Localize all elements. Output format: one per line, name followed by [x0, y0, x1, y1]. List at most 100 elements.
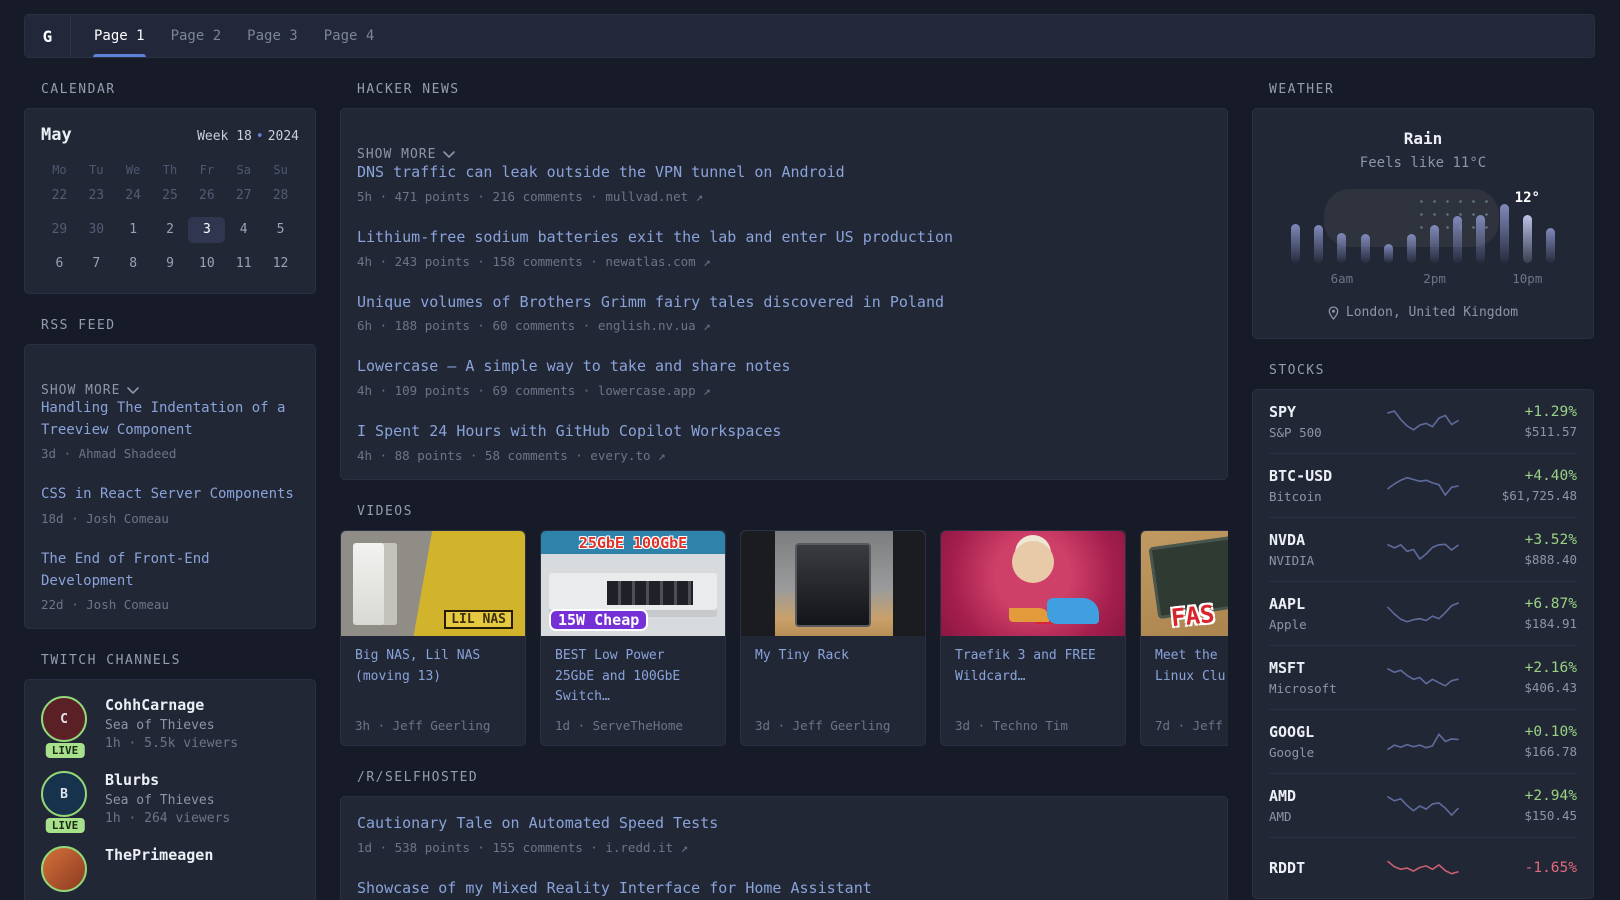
- stock-values: +4.40% $61,725.48: [1485, 468, 1577, 503]
- weather-temp-label: 12°: [1515, 190, 1540, 206]
- page-tab[interactable]: Page 2: [158, 15, 235, 57]
- stock-symbol: GOOGL: [1269, 723, 1361, 741]
- video-title-link[interactable]: Traefik 3 and FREE Wildcard…: [955, 646, 1111, 688]
- weather-time-label: 2pm: [1423, 271, 1446, 286]
- stock-values: +3.52% $888.40: [1485, 532, 1577, 567]
- stock-sparkline: [1361, 789, 1485, 823]
- stock-row[interactable]: BTC-USD Bitcoin +4.40% $61,725.48: [1269, 453, 1577, 517]
- calendar-header: May Week 18•2024: [41, 125, 299, 145]
- calendar-day: 27: [225, 183, 262, 209]
- video-thumbnail[interactable]: 25GbE 100GbE 15W Cheap: [541, 531, 725, 636]
- reddit-item-meta: 1d · 538 points · 155 comments · i.redd.…: [357, 840, 1211, 855]
- reddit-widget: Cautionary Tale on Automated Speed Tests…: [340, 796, 1228, 900]
- page-tab[interactable]: Page 3: [234, 15, 311, 57]
- video-title-link[interactable]: My Tiny Rack: [755, 646, 911, 667]
- video-card-body: Big NAS, Lil NAS (moving 13) 3h · Jeff G…: [341, 636, 525, 745]
- stock-identity: BTC-USD Bitcoin: [1269, 467, 1361, 504]
- rss-item-meta: 18d · Josh Comeau: [41, 511, 299, 526]
- video-card[interactable]: FAS Meet the Linux Clu 7d · Jeff Geerlin…: [1140, 530, 1228, 746]
- video-meta: 3d · Jeff Geerling: [755, 708, 911, 733]
- twitch-channel-row[interactable]: B LIVE Blurbs Sea of Thieves 1h · 264 vi…: [41, 771, 299, 826]
- video-card[interactable]: 25GbE 100GbE 15W Cheap BEST Low Power 25…: [540, 530, 726, 746]
- rss-item-meta: 22d · Josh Comeau: [41, 597, 299, 612]
- weather-bar: [1523, 215, 1532, 263]
- rss-item-link[interactable]: The End of Front-End Development: [41, 549, 299, 592]
- hn-item-link[interactable]: Lowercase – A simple way to take and sha…: [357, 356, 1211, 378]
- stock-row[interactable]: SPY S&P 500 +1.29% $511.57: [1269, 390, 1577, 453]
- stock-change-percent: +2.16%: [1485, 660, 1577, 676]
- stock-sparkline: [1361, 533, 1485, 567]
- video-thumbnail[interactable]: FAS: [1141, 531, 1228, 636]
- stock-row[interactable]: GOOGL Google +0.10% $166.78: [1269, 709, 1577, 773]
- weather-bar: [1361, 234, 1370, 263]
- live-badge: LIVE: [46, 818, 85, 833]
- hn-item-meta: 5h · 471 points · 216 comments · mullvad…: [357, 189, 1211, 204]
- stock-row[interactable]: AMD AMD +2.94% $150.45: [1269, 773, 1577, 837]
- video-card[interactable]: Traefik 3 and FREE Wildcard… 3d · Techno…: [940, 530, 1126, 746]
- stock-symbol: SPY: [1269, 403, 1361, 421]
- stock-sparkline: [1361, 851, 1485, 885]
- rss-item-link[interactable]: CSS in React Server Components: [41, 484, 299, 506]
- stock-change-percent: +1.29%: [1485, 404, 1577, 420]
- rss-item-meta: 3d · Ahmad Shadeed: [41, 446, 299, 461]
- stock-row[interactable]: MSFT Microsoft +2.16% $406.43: [1269, 645, 1577, 709]
- rss-item-link[interactable]: Handling The Indentation of a Treeview C…: [41, 398, 299, 441]
- hn-item-link[interactable]: Lithium-free sodium batteries exit the l…: [357, 227, 1211, 249]
- hn-item: Lowercase – A simple way to take and sha…: [357, 356, 1211, 398]
- page-tab[interactable]: Page 4: [311, 15, 388, 57]
- rss-show-more-button[interactable]: SHOW MORE: [41, 383, 299, 398]
- calendar-widget: May Week 18•2024 Mo Tu We Th Fr Sa: [24, 108, 316, 294]
- stock-symbol: NVDA: [1269, 531, 1361, 549]
- videos-widget: LIL NAS Big NAS, Lil NAS (moving 13) 3h …: [340, 530, 1228, 746]
- calendar-month-label: May: [41, 125, 72, 145]
- dashboard-grid: CALENDAR May Week 18•2024 Mo Tu We Th: [0, 58, 1620, 900]
- live-badge: LIVE: [46, 743, 85, 758]
- reddit-item-link[interactable]: Showcase of my Mixed Reality Interface f…: [357, 878, 1211, 900]
- stock-company-name: NVIDIA: [1269, 553, 1361, 568]
- hn-item-link[interactable]: I Spent 24 Hours with GitHub Copilot Wor…: [357, 421, 1211, 443]
- avatar: C: [41, 696, 87, 742]
- stock-identity: MSFT Microsoft: [1269, 659, 1361, 696]
- hn-item-link[interactable]: DNS traffic can leak outside the VPN tun…: [357, 162, 1211, 184]
- video-thumbnail[interactable]: LIL NAS: [341, 531, 525, 636]
- hn-show-more-button[interactable]: SHOW MORE: [357, 147, 1211, 162]
- video-title-link[interactable]: Big NAS, Lil NAS (moving 13): [355, 646, 511, 688]
- chevron-down-icon: [443, 151, 455, 159]
- stock-price: $61,725.48: [1485, 488, 1577, 503]
- calendar-day: 23: [78, 183, 115, 209]
- stock-row[interactable]: AAPL Apple +6.87% $184.91: [1269, 581, 1577, 645]
- stock-sparkline: [1361, 405, 1485, 439]
- twitch-channel-meta: 1h · 264 viewers: [105, 811, 230, 826]
- hn-item-meta: 4h · 109 points · 69 comments · lowercas…: [357, 383, 1211, 398]
- videos-widget-title: VIDEOS: [357, 504, 1228, 519]
- show-more-label: SHOW MORE: [41, 383, 120, 398]
- right-column: WEATHER Rain Feels like 11°C 12° 6am2pm1…: [1252, 58, 1594, 900]
- stock-sparkline: [1361, 661, 1485, 695]
- weather-bar: [1546, 228, 1555, 263]
- video-thumbnail[interactable]: [941, 531, 1125, 636]
- reddit-item: Showcase of my Mixed Reality Interface f…: [357, 878, 1211, 900]
- calendar-day: 4: [225, 217, 262, 243]
- page-tab[interactable]: Page 1: [81, 15, 158, 57]
- stock-change-percent: +0.10%: [1485, 724, 1577, 740]
- video-title-link[interactable]: Meet the Linux Clu: [1155, 646, 1228, 688]
- stock-row[interactable]: RDDT -1.65%: [1269, 837, 1577, 898]
- stock-identity: GOOGL Google: [1269, 723, 1361, 760]
- twitch-channel-row[interactable]: ThePrimeagen: [41, 846, 299, 892]
- video-card[interactable]: My Tiny Rack 3d · Jeff Geerling: [740, 530, 926, 746]
- stock-row[interactable]: NVDA NVIDIA +3.52% $888.40: [1269, 517, 1577, 581]
- video-title-link[interactable]: BEST Low Power 25GbE and 100GbE Switch…: [555, 646, 711, 708]
- hn-item-meta: 6h · 188 points · 60 comments · english.…: [357, 318, 1211, 333]
- stock-symbol: AAPL: [1269, 595, 1361, 613]
- stock-sparkline: [1361, 725, 1485, 759]
- app-logo[interactable]: G: [25, 15, 71, 57]
- hn-item-link[interactable]: Unique volumes of Brothers Grimm fairy t…: [357, 292, 1211, 314]
- stock-price: $406.43: [1485, 680, 1577, 695]
- twitch-channel-row[interactable]: C LIVE CohhCarnage Sea of Thieves 1h · 5…: [41, 696, 299, 751]
- stock-change-percent: +3.52%: [1485, 532, 1577, 548]
- video-thumbnail[interactable]: [741, 531, 925, 636]
- reddit-item: Cautionary Tale on Automated Speed Tests…: [357, 813, 1211, 855]
- video-card[interactable]: LIL NAS Big NAS, Lil NAS (moving 13) 3h …: [340, 530, 526, 746]
- stock-values: +0.10% $166.78: [1485, 724, 1577, 759]
- reddit-item-link[interactable]: Cautionary Tale on Automated Speed Tests: [357, 813, 1211, 835]
